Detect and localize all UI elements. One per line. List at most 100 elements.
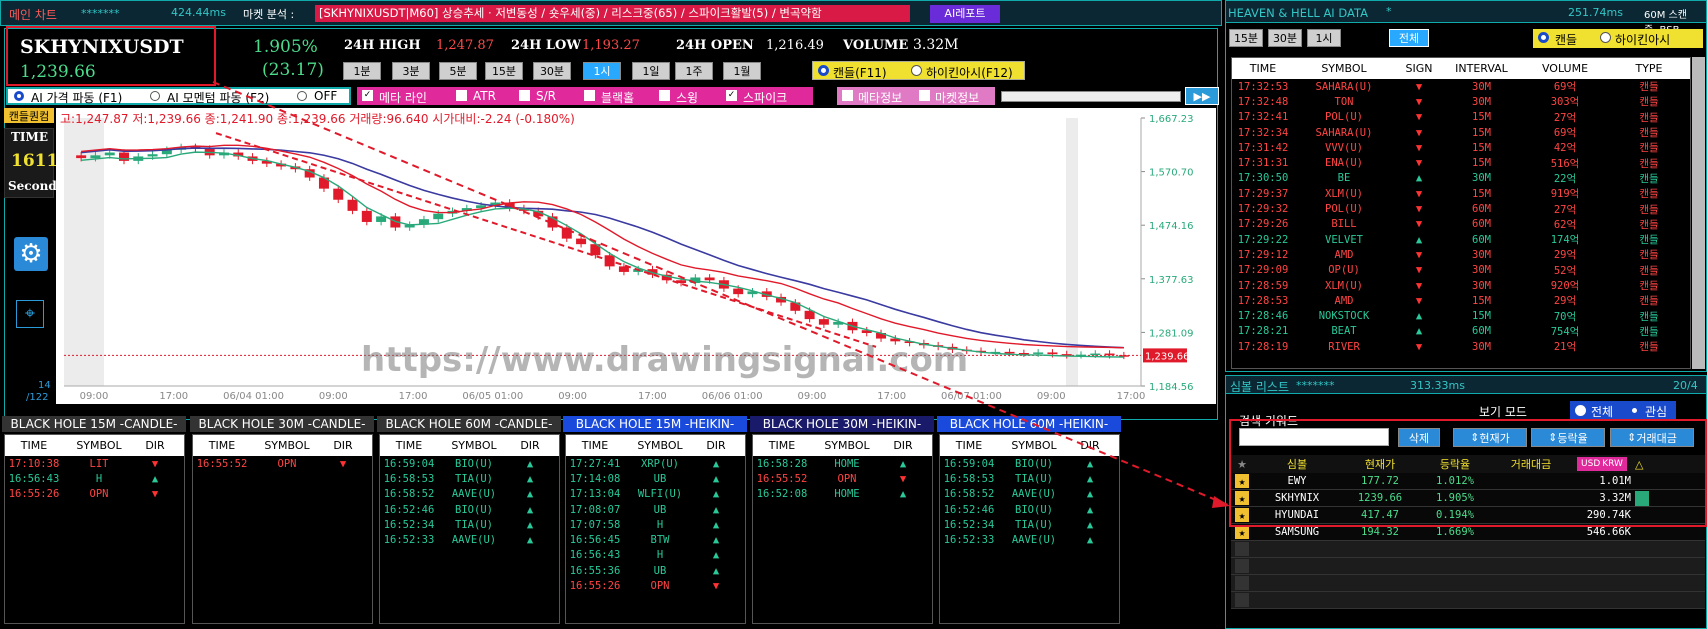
interval-button[interactable]: 1시 <box>583 62 621 80</box>
sort-triangle-icon[interactable]: △ <box>1635 458 1643 471</box>
table-row[interactable]: 17:32:48 TON 30M 303억 캔들 <box>1232 94 1690 109</box>
column-header[interactable]: 심볼 <box>1253 456 1341 472</box>
symbol-row[interactable] <box>1231 558 1705 575</box>
table-row[interactable]: 16:56:45 BTW <box>566 532 745 547</box>
column-header[interactable]: DIR <box>135 439 175 452</box>
table-row[interactable]: 17:14:08 UB <box>566 471 745 486</box>
settings-gear-icon[interactable]: ⚙ <box>14 237 48 271</box>
table-row[interactable]: 16:59:04 BIO(U) <box>940 456 1119 471</box>
interval-button[interactable]: 5분 <box>439 62 477 80</box>
heaven-heikin-radio[interactable] <box>1600 32 1611 43</box>
column-header[interactable]: SYMBOL <box>1294 62 1394 75</box>
f1-radio[interactable] <box>14 91 24 101</box>
table-row[interactable]: 17:28:19 RIVER 30M 21억 캔들 <box>1232 339 1690 354</box>
column-header[interactable]: TIME <box>753 439 811 452</box>
krw-label[interactable]: KRW <box>1602 459 1623 469</box>
heaven-candle-radio[interactable] <box>1538 32 1549 43</box>
column-header[interactable]: TIME <box>566 439 624 452</box>
column-header[interactable]: INTERVAL <box>1444 62 1519 75</box>
table-row[interactable]: 17:32:34 SAHARA(U) 15M 69억 캔들 <box>1232 125 1690 140</box>
column-header[interactable]: TIME <box>5 439 63 452</box>
table-row[interactable]: 16:52:34 TIA(U) <box>940 517 1119 532</box>
table-row[interactable]: 16:58:28 HOME <box>753 456 932 471</box>
symbol-row[interactable]: ★ EWY 177.72 1.012% 1.01M <box>1231 473 1705 490</box>
column-header[interactable]: SYMBOL <box>811 439 883 452</box>
favorite-star-icon[interactable] <box>1235 576 1249 590</box>
table-row[interactable]: 17:29:32 POL(U) 60M 27억 캔들 <box>1232 201 1690 216</box>
table-row[interactable]: 16:58:52 AAVE(U) <box>940 487 1119 502</box>
heaven-scrollbar[interactable] <box>1692 57 1705 369</box>
view-fav-label[interactable]: 관심 <box>1645 403 1667 420</box>
table-row[interactable]: 16:52:08 HOME <box>753 487 932 502</box>
table-row[interactable]: 16:55:36 UB <box>566 563 745 578</box>
table-row[interactable]: 16:52:46 BIO(U) <box>380 502 559 517</box>
chart-area[interactable]: 1,667.23 1,570.70 1,474.16 1,377.63 1,281.09… <box>56 108 1216 404</box>
off-label[interactable]: OFF <box>314 89 337 103</box>
interval-button[interactable]: 1주 <box>675 62 713 80</box>
table-row[interactable]: 16:52:46 BIO(U) <box>940 502 1119 517</box>
table-row[interactable]: 16:56:43 H <box>5 471 184 486</box>
column-header[interactable]: DIR <box>696 439 736 452</box>
column-header[interactable]: DIR <box>1070 439 1110 452</box>
table-row[interactable]: 17:07:58 H <box>566 517 745 532</box>
atr-check[interactable] <box>456 90 467 101</box>
table-row[interactable]: 17:31:42 VVV(U) 15M 42억 캔들 <box>1232 140 1690 155</box>
sort-price-button[interactable]: ⇕ 현재가 <box>1453 428 1527 447</box>
interval-button[interactable]: 30분 <box>533 62 571 80</box>
table-row[interactable]: 17:28:21 BEAT 60M 754억 캔들 <box>1232 324 1690 339</box>
symbol-row[interactable] <box>1231 592 1705 609</box>
table-row[interactable]: 17:29:37 XLM(U) 15M 919억 캔들 <box>1232 186 1690 201</box>
symbol-row[interactable]: ★ HYUNDAI 417.47 0.194% 290.74K <box>1231 507 1705 524</box>
table-row[interactable]: 16:52:34 TIA(U) <box>380 517 559 532</box>
table-row[interactable]: 16:56:43 H <box>566 548 745 563</box>
column-header[interactable]: 등락율 <box>1419 456 1491 472</box>
table-row[interactable]: 16:55:26 OPN <box>566 578 745 593</box>
table-row[interactable]: 17:28:53 AMD 15M 29억 캔들 <box>1232 293 1690 308</box>
f1-label[interactable]: AI 가격 파동 (F1) <box>31 89 122 106</box>
table-row[interactable]: 16:58:52 AAVE(U) <box>380 487 559 502</box>
favorite-star-icon[interactable] <box>1235 559 1249 573</box>
favorite-star-icon[interactable]: ★ <box>1235 508 1249 522</box>
interval-button[interactable]: 3분 <box>392 62 430 80</box>
view-fav-radio[interactable] <box>1629 405 1640 416</box>
column-header[interactable]: VOLUME <box>1519 62 1611 75</box>
favorite-star-icon[interactable] <box>1235 542 1249 556</box>
column-header[interactable]: ★ <box>1231 458 1253 471</box>
table-row[interactable]: 17:08:07 UB <box>566 502 745 517</box>
column-header[interactable]: DIR <box>883 439 923 452</box>
atr-label[interactable]: ATR <box>473 89 496 103</box>
off-radio[interactable] <box>297 91 307 101</box>
sr-check[interactable] <box>519 90 530 101</box>
table-row[interactable]: 17:29:22 VELVET 60M 174억 캔들 <box>1232 232 1690 247</box>
table-row[interactable]: 17:28:59 XLM(U) 30M 920억 캔들 <box>1232 278 1690 293</box>
f2-label[interactable]: AI 모멘텀 파동 (F2) <box>167 89 269 106</box>
table-row[interactable]: 16:55:52 OPN <box>753 471 932 486</box>
favorite-star-icon[interactable]: ★ <box>1235 491 1249 505</box>
usd-label[interactable]: USD <box>1581 459 1600 469</box>
heaven-tab[interactable]: 1시 <box>1307 29 1341 47</box>
column-header[interactable]: SIGN <box>1394 62 1444 75</box>
interval-button[interactable]: 15분 <box>485 62 523 80</box>
ai-report-button[interactable]: AI레포트 <box>930 5 1000 23</box>
table-row[interactable]: 17:28:46 NOKSTOCK 15M 70억 캔들 <box>1232 308 1690 323</box>
interval-button[interactable]: 1일 <box>632 62 670 80</box>
meta-info-check[interactable] <box>842 90 853 101</box>
column-header[interactable]: DIR <box>323 439 363 452</box>
table-row[interactable]: 17:29:12 AMD 30M 29억 캔들 <box>1232 247 1690 262</box>
heaven-tab[interactable]: 30분 <box>1268 29 1302 47</box>
column-header[interactable]: TIME <box>380 439 438 452</box>
candle-radio[interactable] <box>818 65 829 76</box>
table-row[interactable]: 17:30:50 BE 30M 22억 캔들 <box>1232 171 1690 186</box>
sort-pct-button[interactable]: ⇕ 등락율 <box>1531 428 1605 447</box>
delete-button[interactable]: 삭제 <box>1398 428 1440 447</box>
table-row[interactable]: 16:58:53 TIA(U) <box>380 471 559 486</box>
table-row[interactable]: 16:58:53 TIA(U) <box>940 471 1119 486</box>
table-row[interactable]: 17:10:38 LIT <box>5 456 184 471</box>
play-button[interactable]: ▶▶ <box>1185 87 1219 105</box>
table-row[interactable]: 16:55:52 OPN <box>193 456 372 471</box>
symbol-row[interactable]: ★ SKHYNIX 1239.66 1.905% 3.32M <box>1231 490 1705 507</box>
table-row[interactable]: 17:31:31 ENA(U) 15M 516억 캔들 <box>1232 155 1690 170</box>
heaven-tab[interactable]: 15분 <box>1229 29 1263 47</box>
column-header[interactable]: SYMBOL <box>998 439 1070 452</box>
sort-vol-button[interactable]: ⇕ 거래대금 <box>1610 428 1694 447</box>
